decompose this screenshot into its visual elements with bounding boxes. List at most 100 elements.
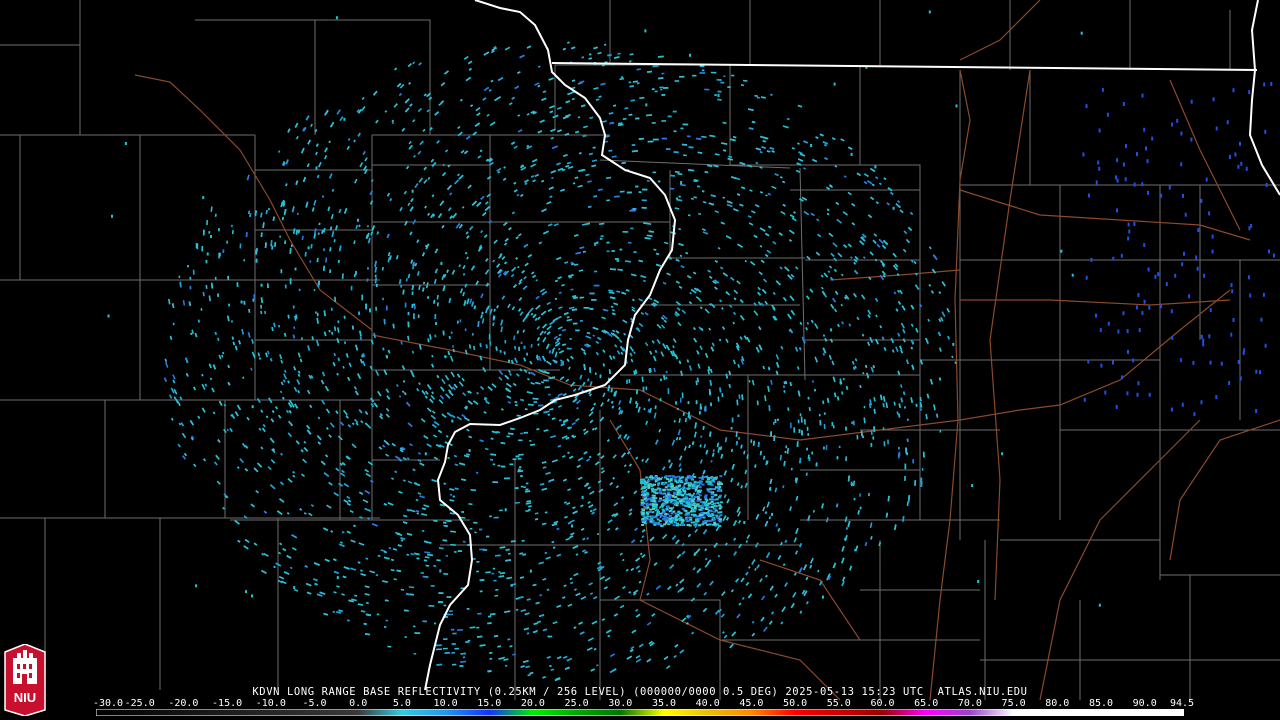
- echo-pixel: [652, 138, 659, 141]
- echo-pixel: [289, 278, 292, 285]
- echo-pixel: [492, 463, 496, 466]
- echo-pixel: [599, 237, 603, 240]
- echo-pixel: [462, 656, 465, 659]
- echo-pixel: [912, 459, 915, 464]
- echo-pixel: [657, 180, 661, 183]
- echo-pixel: [454, 647, 460, 650]
- echo-pixel: [823, 423, 826, 429]
- echo-pixel: [449, 610, 453, 612]
- echo-pixel: [818, 413, 821, 417]
- echo-pixel: [575, 329, 580, 332]
- echo-pixel: [411, 303, 414, 309]
- echo-pixel: [517, 468, 521, 471]
- echo-pixel: [651, 121, 656, 124]
- radar-map: [0, 0, 1280, 720]
- echo-pixel: [350, 285, 353, 291]
- echo-pixel: [569, 338, 572, 340]
- echo-pixel: [428, 604, 435, 607]
- echo-pixel: [619, 190, 625, 193]
- echo-pixel: [699, 65, 705, 67]
- echo-pixel: [720, 81, 725, 84]
- echo-pixel: [384, 626, 387, 628]
- echo-pixel: [280, 269, 283, 274]
- echo-pixel: [357, 311, 360, 315]
- echo-pixel: [660, 88, 663, 91]
- echo-pixel: [714, 94, 717, 96]
- echo-pixel: [430, 584, 435, 587]
- echo-pixel: [454, 551, 457, 553]
- echo-pixel: [665, 148, 671, 151]
- echo-pixel: [806, 447, 808, 451]
- echo-pixel: [825, 444, 828, 450]
- echo-pixel: [579, 296, 583, 299]
- echo-pixel: [219, 252, 221, 257]
- echo-pixel: [464, 328, 467, 332]
- echo-pixel: [533, 401, 538, 404]
- echo-pixel: [382, 297, 384, 301]
- echo-pixel: [838, 445, 841, 448]
- echo-pixel: [255, 249, 258, 255]
- echo-pixel: [579, 320, 583, 322]
- echo-pixel: [914, 480, 917, 486]
- echo-pixel: [445, 651, 450, 654]
- echo-pixel: [515, 455, 520, 458]
- echo-pixel: [407, 311, 410, 316]
- echo-pixel: [661, 120, 666, 122]
- echo-pixel: [680, 127, 684, 130]
- echo-pixel: [672, 110, 677, 113]
- echo-pixel: [845, 426, 847, 431]
- echo-pixel: [452, 632, 457, 635]
- echo-pixel: [446, 596, 452, 598]
- echo-pixel: [413, 305, 416, 310]
- echo-pixel: [630, 227, 634, 230]
- echo-pixel: [520, 475, 523, 477]
- echo-pixel: [466, 608, 470, 610]
- echo-pixel: [628, 379, 631, 384]
- echo-pixel: [512, 458, 517, 461]
- echo-pixel: [784, 450, 787, 454]
- echo-pixel: [536, 428, 540, 431]
- echo-pixel: [201, 246, 204, 252]
- echo-pixel: [939, 430, 942, 433]
- echo-pixel: [594, 372, 597, 375]
- echo-pixel: [492, 481, 499, 484]
- echo-pixel: [906, 418, 909, 421]
- echo-pixel: [699, 72, 705, 74]
- echo-pixel: [906, 438, 909, 442]
- echo-pixel: [737, 414, 740, 417]
- echo-pixel: [566, 347, 572, 350]
- echo-pixel: [687, 135, 691, 138]
- echo-pixel: [682, 123, 689, 126]
- echo-pixel: [801, 430, 803, 436]
- echo-pixel: [492, 567, 496, 570]
- echo-pixel: [443, 638, 448, 640]
- echo-pixel: [375, 284, 378, 288]
- echo-pixel: [387, 645, 392, 648]
- echo-pixel: [676, 407, 679, 410]
- echo-pixel: [236, 282, 239, 287]
- echo-pixel: [443, 604, 447, 607]
- echo-pixel: [491, 572, 495, 575]
- echo-pixel: [313, 288, 316, 292]
- echo-pixel: [622, 231, 629, 233]
- echo-pixel: [593, 284, 600, 287]
- echo-pixel: [699, 403, 702, 410]
- echo-pixel: [646, 180, 650, 182]
- echo-pixel: [770, 431, 773, 437]
- echo-pixel: [647, 140, 654, 143]
- echo-pixel: [777, 418, 779, 421]
- echo-pixel: [413, 652, 417, 655]
- echo-pixel: [673, 130, 677, 133]
- echo-pixel: [456, 320, 459, 324]
- echo-pixel: [518, 453, 524, 456]
- echo-pixel: [479, 590, 483, 593]
- echo-pixel: [271, 245, 274, 250]
- echo-pixel: [434, 622, 437, 625]
- echo-pixel: [375, 306, 377, 311]
- echo-pixel: [476, 561, 480, 563]
- echo-pixel: [797, 419, 800, 424]
- echo-pixel: [627, 241, 632, 244]
- echo-pixel: [645, 386, 648, 390]
- echo-pixel: [593, 270, 598, 273]
- echo-pixel: [414, 632, 421, 634]
